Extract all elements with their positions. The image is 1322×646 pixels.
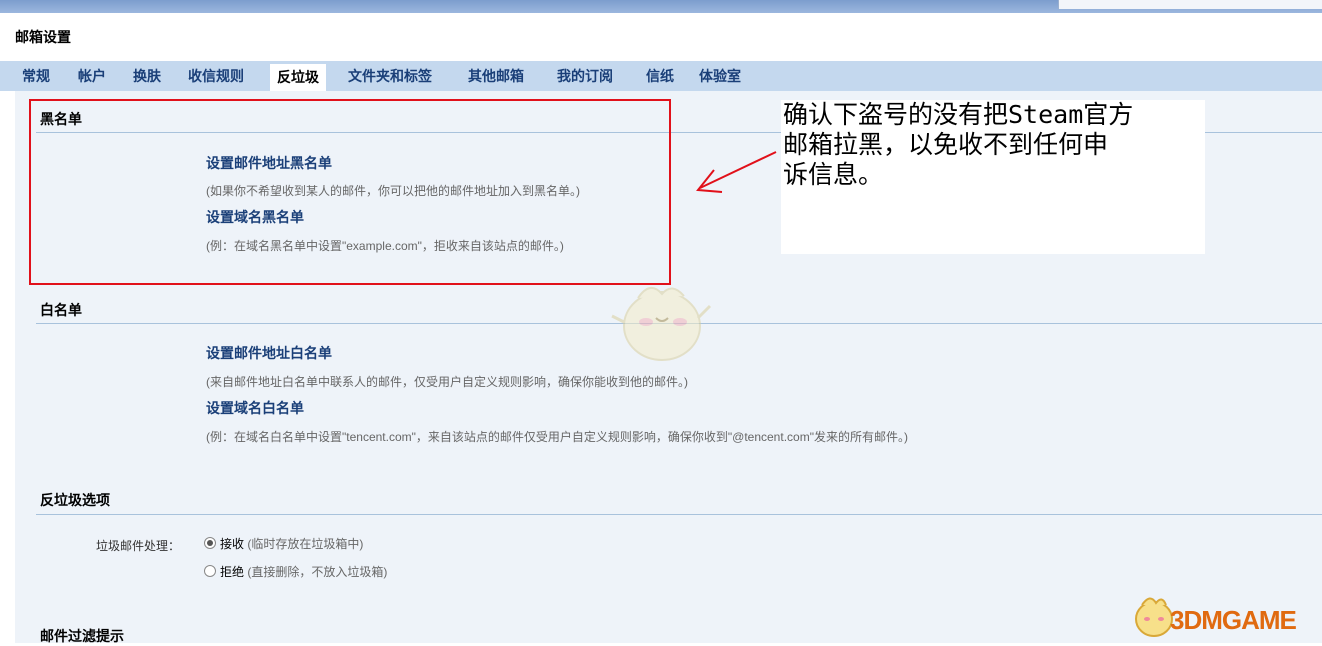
tab-account[interactable]: 帐户 xyxy=(78,61,106,91)
top-search-box[interactable] xyxy=(1058,0,1322,9)
spam-reject-label: 拒绝 xyxy=(220,565,245,579)
spam-accept-hint: (临时存放在垃圾箱中) xyxy=(247,537,364,551)
watermark-text: 3DMGAME xyxy=(1170,605,1297,635)
top-bar xyxy=(0,0,1322,13)
annotation-line: 诉信息。 xyxy=(783,160,884,189)
page-title: 邮箱设置 xyxy=(15,29,71,45)
annotation-highlight-box xyxy=(29,99,671,285)
spam-accept-label: 接收 xyxy=(220,537,245,551)
tab-stationery[interactable]: 信纸 xyxy=(646,61,674,91)
spam-options-title: 反垃圾选项 xyxy=(40,492,110,508)
tab-lab[interactable]: 体验室 xyxy=(699,61,741,91)
radio-checked-icon[interactable] xyxy=(204,537,216,549)
tab-subscriptions[interactable]: 我的订阅 xyxy=(557,61,613,91)
whitelist-domain-link[interactable]: 设置域名白名单 xyxy=(206,398,304,418)
spam-reject-hint: (直接删除，不放入垃圾箱) xyxy=(247,565,388,579)
annotation-line: 邮箱拉黑，以免收不到任何申 xyxy=(783,130,1109,159)
whitelist-address-link[interactable]: 设置邮件地址白名单 xyxy=(206,343,332,363)
spam-options-divider xyxy=(36,514,1322,515)
tab-folders-labels[interactable]: 文件夹和标签 xyxy=(348,61,432,91)
radio-unchecked-icon[interactable] xyxy=(204,565,216,577)
spam-accept-option[interactable]: 接收 (临时存放在垃圾箱中) xyxy=(204,535,363,552)
mascot-watermark-icon xyxy=(611,287,712,361)
tab-other-mailboxes[interactable]: 其他邮箱 xyxy=(468,61,524,91)
whitelist-domain-desc: (例：在域名白名单中设置"tencent.com"，来自该站点的邮件仅受用户自定… xyxy=(206,430,908,444)
settings-tabs: 常规 帐户 换肤 收信规则 反垃圾 文件夹和标签 其他邮箱 我的订阅 信纸 体验… xyxy=(0,61,1322,91)
whitelist-title: 白名单 xyxy=(40,302,82,318)
tab-anti-spam[interactable]: 反垃圾 xyxy=(270,64,326,91)
tab-rules[interactable]: 收信规则 xyxy=(188,61,244,91)
filter-tip-title: 邮件过滤提示 xyxy=(40,628,124,644)
spam-handling-label: 垃圾邮件处理： xyxy=(96,539,181,553)
tab-general[interactable]: 常规 xyxy=(22,61,50,91)
annotation-arrow-icon xyxy=(696,151,777,193)
annotation-line: 确认下盗号的没有把Steam官方 xyxy=(783,100,1134,129)
whitelist-address-desc: (来自邮件地址白名单中联系人的邮件，仅受用户自定义规则影响，确保你能收到他的邮件… xyxy=(206,375,688,389)
spam-reject-option[interactable]: 拒绝 (直接删除，不放入垃圾箱) xyxy=(204,563,387,580)
tab-skin[interactable]: 换肤 xyxy=(133,61,161,91)
annotation-note: 确认下盗号的没有把Steam官方 邮箱拉黑，以免收不到任何申 诉信息。 xyxy=(781,100,1205,254)
